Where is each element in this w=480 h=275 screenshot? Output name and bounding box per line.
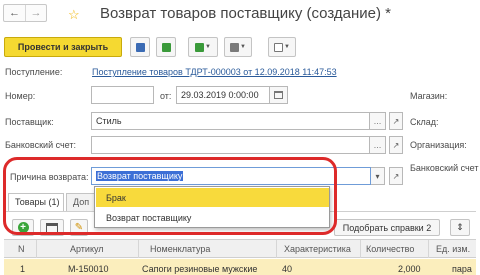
save-icon — [135, 42, 145, 52]
column-header-nomenclature[interactable]: Номенклатура — [150, 244, 210, 254]
supplier-label: Поставщик: — [5, 117, 54, 127]
chevron-down-icon: ▾ — [375, 171, 380, 181]
post-and-close-button[interactable]: Провести и закрыть — [4, 37, 122, 57]
number-label: Номер: — [5, 91, 36, 101]
column-divider — [36, 240, 37, 258]
cell-unit: пара — [452, 264, 472, 274]
sort-button[interactable]: ⇕ — [450, 219, 470, 236]
chevron-down-icon: ▼ — [240, 44, 246, 50]
cell-number: 1 — [20, 264, 26, 274]
organization-label: Организация: — [410, 140, 467, 150]
supplier-open-button[interactable]: ↗ — [389, 112, 403, 130]
column-header-characteristic[interactable]: Характеристика — [284, 244, 351, 254]
column-divider — [276, 240, 277, 258]
column-header-quantity[interactable]: Количество — [366, 244, 414, 254]
cell-article: М-150010 — [68, 264, 109, 274]
supplier-field[interactable]: Стиль — [91, 112, 370, 130]
bank-account-field[interactable] — [91, 136, 370, 154]
cell-nomenclature: Сапоги резиновые мужские — [142, 264, 258, 274]
highlight-annotation — [3, 157, 337, 235]
bank-account-label: Банковский счет: — [5, 140, 77, 150]
up-down-arrows-icon: ⇕ — [456, 222, 464, 232]
print-button[interactable]: ▼ — [224, 37, 252, 57]
return-reason-open-button[interactable]: ↗ — [389, 167, 403, 185]
calendar-icon — [274, 91, 283, 99]
store-label: Магазин: — [410, 91, 448, 101]
cell-characteristic: 40 — [282, 264, 293, 274]
post-button[interactable] — [156, 37, 176, 57]
chevron-down-icon: ▼ — [284, 44, 290, 50]
column-divider — [428, 240, 429, 258]
date-field[interactable]: 29.03.2019 0:00:00 — [176, 86, 270, 104]
reports-button[interactable]: ▼ — [268, 37, 296, 57]
column-header-article[interactable]: Артикул — [70, 244, 104, 254]
column-header-unit[interactable]: Ед. изм. — [436, 244, 470, 254]
forward-arrow-icon[interactable]: → — [25, 5, 46, 21]
column-header-number[interactable]: N — [18, 244, 25, 254]
page-title: Возврат товаров поставщику (создание) * — [100, 5, 392, 22]
bank-account-right-label: Банковский счет — [410, 163, 479, 173]
receipt-link[interactable]: Поступление товаров ТДРТ-000003 от 12.09… — [92, 67, 337, 77]
column-divider — [138, 240, 139, 258]
table-header: N Артикул Номенклатура Характеристика Ко… — [4, 239, 476, 258]
supplier-select-button[interactable]: … — [370, 112, 386, 130]
ellipsis-icon: … — [373, 140, 382, 150]
bank-account-select-button[interactable]: … — [370, 136, 386, 154]
open-link-icon: ↗ — [392, 171, 400, 181]
create-based-icon — [195, 42, 205, 52]
warehouse-label: Склад: — [410, 117, 439, 127]
favorite-star-icon[interactable]: ☆ — [68, 7, 80, 23]
return-reason-dropdown-button[interactable]: ▾ — [371, 167, 385, 185]
printer-icon — [230, 42, 240, 52]
chevron-down-icon: ▼ — [205, 44, 211, 50]
column-divider — [360, 240, 361, 258]
table-row[interactable]: 1 М-150010 Сапоги резиновые мужские 40 2… — [4, 259, 476, 275]
save-button[interactable] — [130, 37, 150, 57]
open-link-icon: ↗ — [392, 116, 400, 126]
receipt-label: Поступление: — [5, 67, 63, 77]
report-icon — [274, 42, 284, 52]
pick-certificates-button[interactable]: Подобрать справки 2 — [334, 219, 440, 236]
navigation-arrows: ← → — [3, 4, 47, 22]
cell-quantity: 2,000 — [398, 264, 421, 274]
post-document-icon — [161, 42, 171, 52]
ellipsis-icon: … — [373, 116, 382, 126]
bank-account-open-button[interactable]: ↗ — [389, 136, 403, 154]
date-from-label: от: — [160, 91, 172, 101]
open-link-icon: ↗ — [392, 140, 400, 150]
number-field[interactable] — [91, 86, 154, 104]
back-arrow-icon[interactable]: ← — [4, 5, 25, 21]
calendar-button[interactable] — [270, 86, 288, 104]
create-based-on-button[interactable]: ▼ — [188, 37, 218, 57]
